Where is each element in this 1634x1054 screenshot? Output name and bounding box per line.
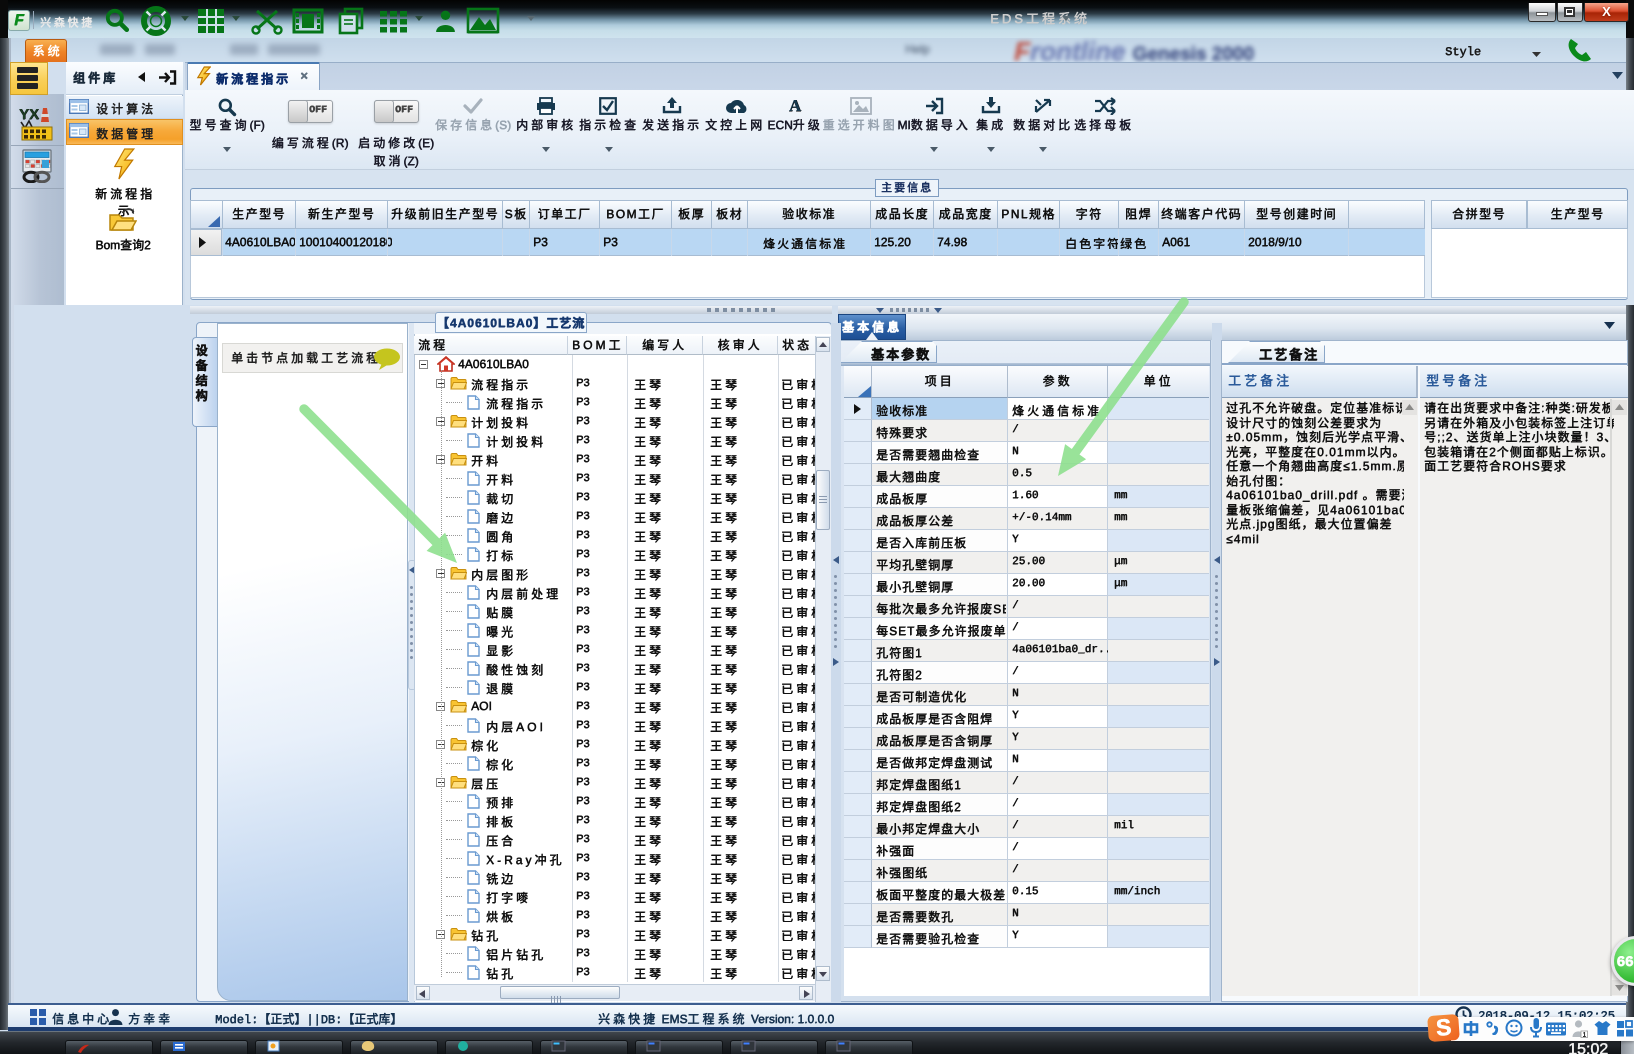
svg-text:A: A — [789, 96, 802, 114]
